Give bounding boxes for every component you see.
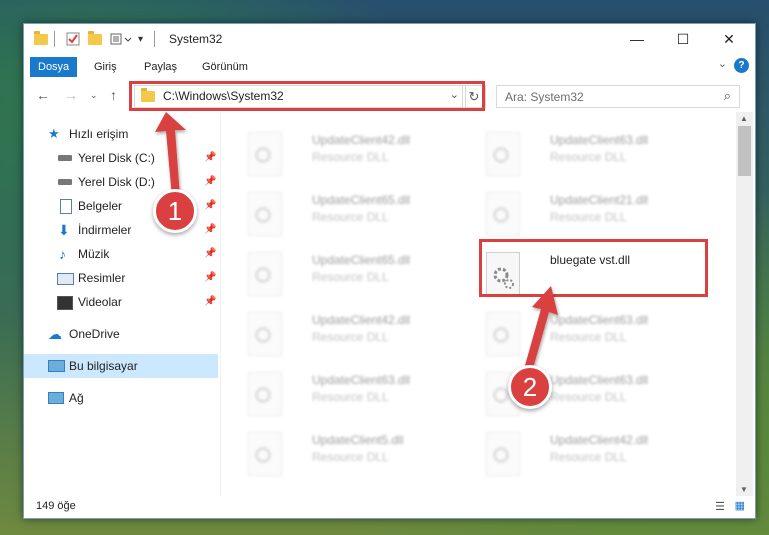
step-2-badge: 2 bbox=[508, 365, 552, 409]
arrow-to-address-bar bbox=[155, 112, 186, 197]
arrow-to-file bbox=[524, 286, 558, 372]
step-1-badge: 1 bbox=[153, 189, 197, 233]
annotation-arrows bbox=[155, 112, 558, 372]
